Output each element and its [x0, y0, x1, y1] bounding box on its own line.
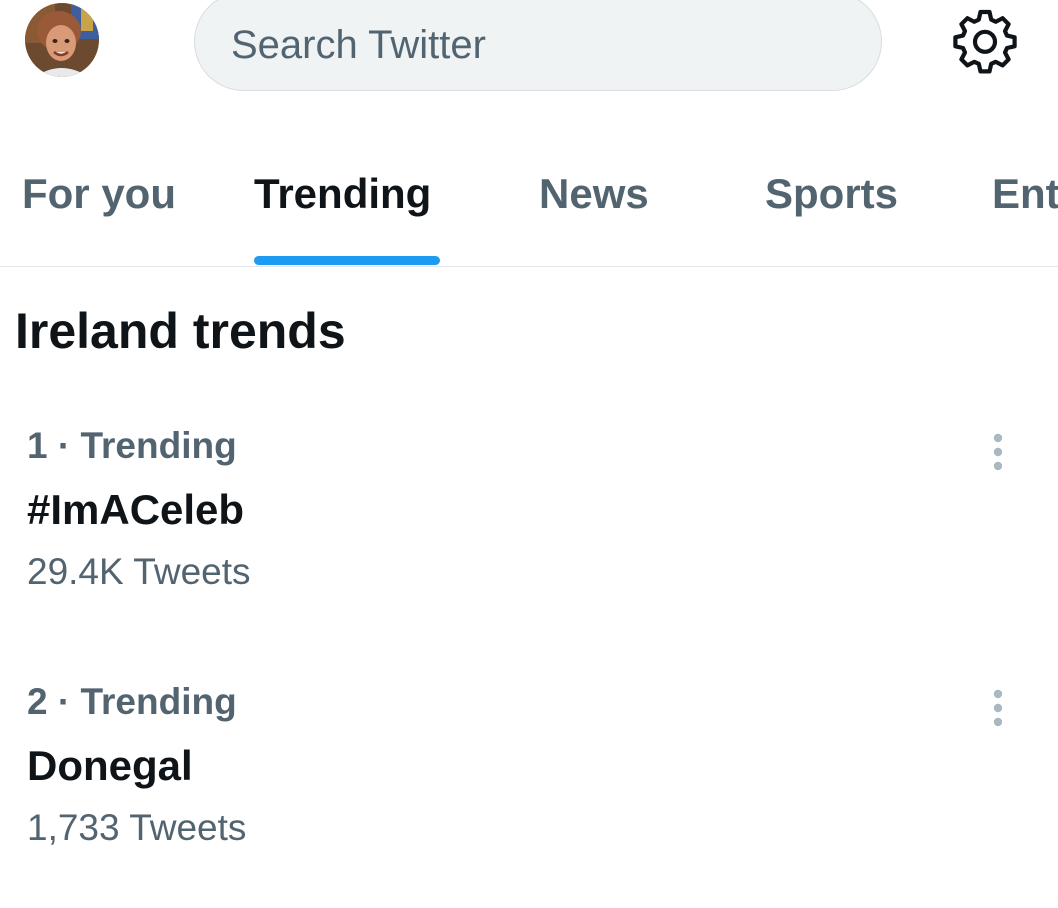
trend-rank-label: 2 · Trending — [27, 681, 237, 722]
gear-icon — [953, 9, 1017, 74]
trend-item[interactable]: 1 · Trending #ImACeleb 29.4K Tweets — [0, 425, 1058, 625]
settings-button[interactable] — [950, 5, 1020, 75]
more-options-button[interactable] — [982, 683, 1014, 729]
tab-news[interactable]: News — [539, 170, 649, 218]
trend-item[interactable]: 2 · Trending Donegal 1,733 Tweets — [0, 681, 1058, 881]
avatar-photo-icon — [25, 3, 99, 77]
tab-for-you[interactable]: For you — [22, 170, 176, 218]
tab-sports[interactable]: Sports — [765, 170, 898, 218]
trend-tweet-count: 1,733 Tweets — [27, 807, 247, 848]
active-tab-indicator — [254, 256, 440, 265]
trending-page: Search Twitter For you Trending News Spo… — [0, 0, 1058, 908]
search-input[interactable]: Search Twitter — [194, 0, 882, 91]
tab-trending[interactable]: Trending — [254, 170, 431, 218]
more-vertical-icon — [993, 433, 1003, 471]
more-options-button[interactable] — [982, 427, 1014, 473]
trend-rank-label: 1 · Trending — [27, 425, 237, 466]
search-placeholder: Search Twitter — [231, 23, 486, 67]
trend-tweet-count: 29.4K Tweets — [27, 551, 251, 592]
profile-avatar[interactable] — [25, 3, 99, 77]
trend-name: Donegal — [27, 742, 193, 789]
section-title: Ireland trends — [15, 303, 346, 359]
trend-name: #ImACeleb — [27, 486, 245, 533]
tabs-divider — [0, 266, 1058, 267]
explore-tabs: For you Trending News Sports Ent — [0, 140, 1058, 267]
tab-entertainment[interactable]: Ent — [992, 170, 1058, 218]
more-vertical-icon — [993, 689, 1003, 727]
